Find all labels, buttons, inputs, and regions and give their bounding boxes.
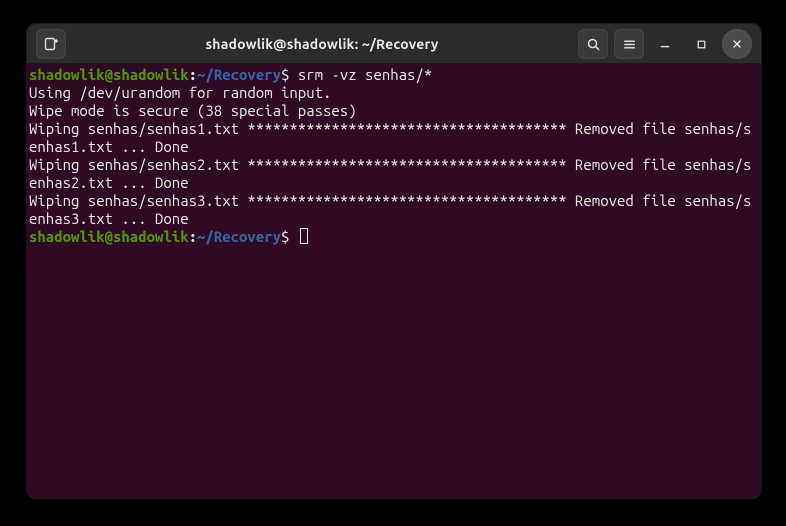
close-button[interactable] xyxy=(722,29,752,59)
prompt-user-host: shadowlik@shadowlik xyxy=(29,66,189,83)
prompt-line-1: shadowlik@shadowlik:~/Recovery$ srm -vz … xyxy=(29,66,759,84)
prompt-colon: : xyxy=(189,66,197,83)
command-text: srm -vz senhas/* xyxy=(298,66,432,83)
minimize-icon xyxy=(658,37,672,51)
new-tab-button[interactable] xyxy=(36,29,66,59)
prompt-path: ~/Recovery xyxy=(197,228,281,245)
terminal-output-line: Wiping senhas/senhas1.txt **************… xyxy=(29,120,759,156)
window-title: shadowlik@shadowlik: ~/Recovery xyxy=(69,36,575,52)
terminal-window: shadowlik@shadowlik: ~/Recovery xyxy=(26,23,762,499)
prompt-dollar: $ xyxy=(281,66,289,83)
cursor xyxy=(300,228,309,244)
prompt-dollar: $ xyxy=(281,228,289,245)
search-icon xyxy=(586,37,601,52)
maximize-button[interactable] xyxy=(686,29,716,59)
close-icon xyxy=(731,38,743,50)
new-tab-icon xyxy=(43,36,59,52)
maximize-icon xyxy=(695,38,708,51)
hamburger-menu-icon xyxy=(622,37,637,52)
prompt-user-host: shadowlik@shadowlik xyxy=(29,228,189,245)
search-button[interactable] xyxy=(578,29,608,59)
menu-button[interactable] xyxy=(614,29,644,59)
terminal-output-line: Wiping senhas/senhas3.txt **************… xyxy=(29,192,759,228)
terminal-output-line: Wipe mode is secure (38 special passes) xyxy=(29,102,759,120)
terminal-body[interactable]: shadowlik@shadowlik:~/Recovery$ srm -vz … xyxy=(27,64,761,498)
titlebar: shadowlik@shadowlik: ~/Recovery xyxy=(27,24,761,64)
prompt-line-2: shadowlik@shadowlik:~/Recovery$ xyxy=(29,228,759,246)
prompt-colon: : xyxy=(189,228,197,245)
terminal-output-line: Using /dev/urandom for random input. xyxy=(29,84,759,102)
terminal-output-line: Wiping senhas/senhas2.txt **************… xyxy=(29,156,759,192)
minimize-button[interactable] xyxy=(650,29,680,59)
prompt-path: ~/Recovery xyxy=(197,66,281,83)
